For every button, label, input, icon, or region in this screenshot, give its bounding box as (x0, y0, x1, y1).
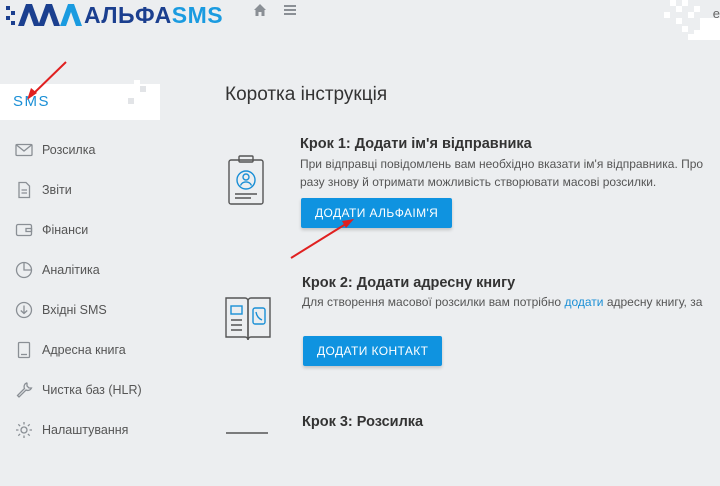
decorative-pixels-icon (664, 0, 720, 40)
sidebar-item-incoming-sms[interactable]: Вхідні SMS (0, 298, 170, 322)
sidebar-item-reports[interactable]: Звіти (0, 178, 170, 202)
sidebar-item-label: Розсилка (42, 143, 96, 157)
sidebar-item-address-book[interactable]: Адресна книга (0, 338, 170, 362)
address-book-icon (17, 341, 31, 359)
sidebar-item-analytics[interactable]: Аналітика (0, 258, 170, 282)
home-icon[interactable] (252, 2, 268, 18)
logo-mark-icon (6, 4, 82, 26)
decorative-pixels-icon (128, 80, 154, 116)
step-1-description-line2: разу знову й отримати можливість створюв… (300, 175, 657, 189)
sidebar-item-mailing[interactable]: Розсилка (0, 138, 170, 162)
sidebar-item-settings[interactable]: Налаштування (0, 418, 170, 442)
sidebar-item-label: Чистка баз (HLR) (42, 383, 142, 397)
header-user-initial[interactable]: е (713, 6, 720, 21)
sidebar-item-finance[interactable]: Фінанси (0, 218, 170, 242)
top-bar: АЛЬФАSMS е (0, 0, 720, 40)
sender-id-card-icon (228, 155, 264, 205)
sidebar-item-sms-label: SMS (13, 93, 51, 110)
sidebar-item-hlr-cleaning[interactable]: Чистка баз (HLR) (0, 378, 170, 402)
add-link[interactable]: додати (564, 295, 603, 309)
step-2-title: Крок 2: Додати адресну книгу (302, 275, 516, 291)
pie-chart-icon (15, 261, 33, 279)
sidebar-item-label: Звіти (42, 183, 72, 197)
wallet-icon (15, 223, 33, 237)
sidebar: SMS Розсилка Звіти Фінанси Аналітика Вхі… (0, 80, 170, 438)
step-1-description: При відправці повідомлень вам необхідно … (300, 157, 704, 171)
envelope-icon (15, 143, 33, 157)
instructions-panel: Коротка інструкція Крок 1: Додати ім'я в… (225, 84, 720, 435)
address-book-open-icon (225, 297, 271, 341)
step-1-title: Крок 1: Додати ім'я відправника (300, 136, 532, 152)
add-sender-name-button[interactable]: ДОДАТИ АЛЬФАІМ'Я (301, 198, 453, 228)
download-icon (15, 301, 33, 319)
sidebar-item-label: Аналітика (42, 263, 100, 277)
sidebar-item-label: Фінанси (42, 223, 89, 237)
page-title: Коротка інструкція (225, 84, 388, 105)
menu-icon[interactable] (282, 2, 298, 18)
wrench-icon (16, 382, 33, 398)
logo[interactable]: АЛЬФАSMS (4, 0, 223, 30)
add-contact-button[interactable]: ДОДАТИ КОНТАКТ (303, 336, 443, 366)
gear-icon (16, 422, 32, 438)
logo-text: АЛЬФАSMS (84, 2, 224, 28)
sidebar-item-label: Вхідні SMS (42, 303, 107, 317)
step-3-title: Крок 3: Розсилка (302, 414, 424, 430)
sidebar-item-label: Адресна книга (42, 343, 126, 357)
mailing-icon (226, 432, 268, 434)
step-2-description: Для створення масової розсилки вам потрі… (302, 295, 703, 309)
document-icon (18, 181, 31, 199)
